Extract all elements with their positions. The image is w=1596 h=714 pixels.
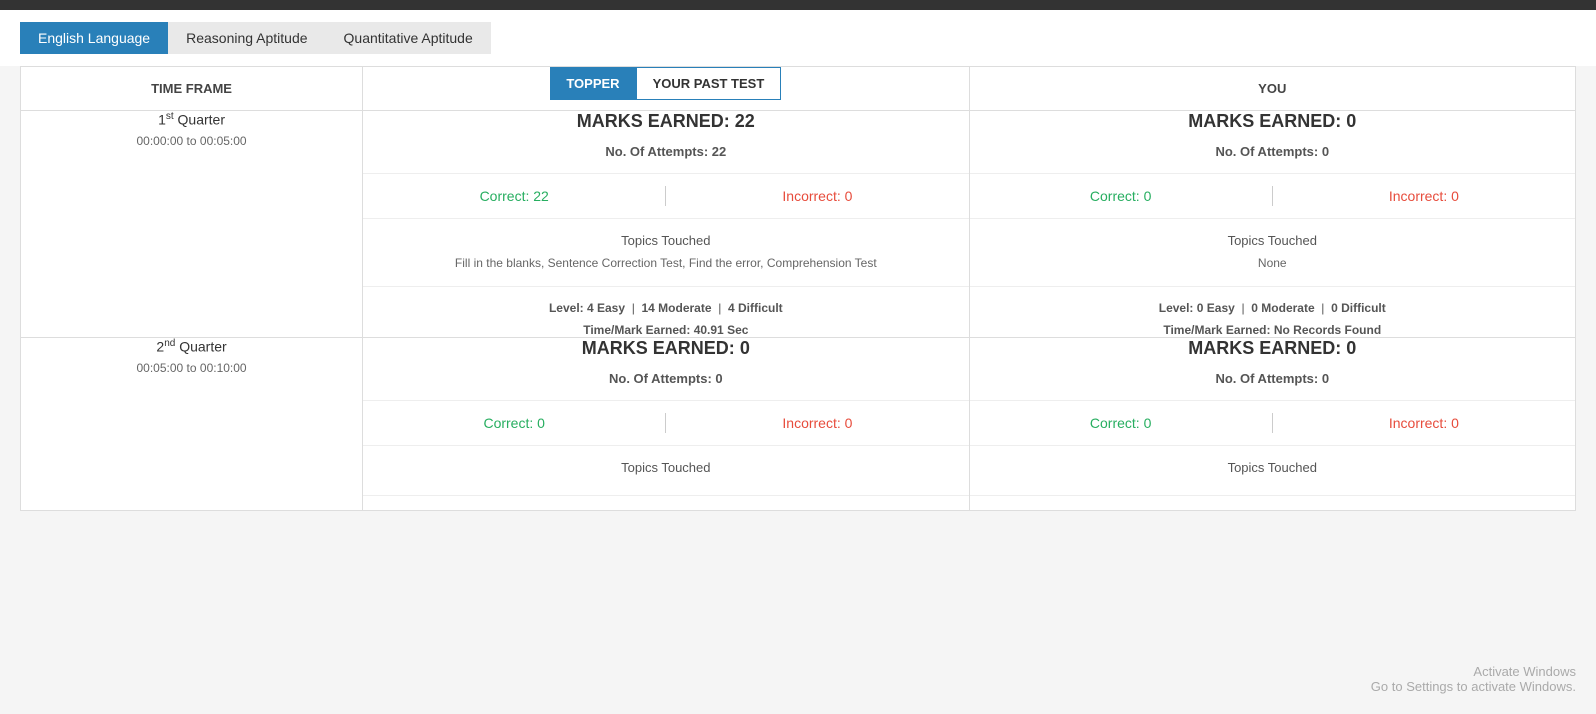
topper-topics-title-2: Topics Touched (363, 460, 968, 475)
topper-correct-incorrect-1: Correct: 22 Incorrect: 0 (363, 173, 968, 219)
tab-quantitative-aptitude[interactable]: Quantitative Aptitude (326, 22, 491, 54)
you-correct-incorrect-2: Correct: 0 Incorrect: 0 (970, 400, 1575, 446)
table-row: 1st Quarter 00:00:00 to 00:05:00 MARKS E… (21, 111, 1576, 338)
you-incorrect-1: Incorrect: 0 (1273, 188, 1575, 204)
topper-correct-incorrect-2: Correct: 0 Incorrect: 0 (363, 400, 968, 446)
topper-correct-1: Correct: 22 (363, 188, 665, 204)
you-marks-earned-2: MARKS EARNED: 0 (970, 338, 1575, 359)
col-timeframe-header: TIME FRAME (21, 67, 363, 111)
topper-attempts-1: No. Of Attempts: 22 (363, 144, 968, 159)
table-row: 2nd Quarter 00:05:00 to 00:10:00 MARKS E… (21, 338, 1576, 511)
activate-line1: Activate Windows (1371, 664, 1576, 679)
you-correct-1: Correct: 0 (970, 188, 1272, 204)
tab-reasoning-aptitude[interactable]: Reasoning Aptitude (168, 22, 325, 54)
topper-incorrect-1: Incorrect: 0 (666, 188, 968, 204)
time-cell-1: 1st Quarter 00:00:00 to 00:05:00 (21, 111, 363, 338)
topper-attempts-2: No. Of Attempts: 0 (363, 371, 968, 386)
topper-topics-title-1: Topics Touched (363, 233, 968, 248)
topper-button[interactable]: TOPPER (550, 67, 635, 100)
topper-incorrect-2: Incorrect: 0 (666, 415, 968, 431)
you-topics-title-2: Topics Touched (970, 460, 1575, 475)
col-topper-header: TOPPER YOUR PAST TEST (363, 67, 969, 111)
you-marks-earned-1: MARKS EARNED: 0 (970, 111, 1575, 132)
topper-data-2: MARKS EARNED: 0 No. Of Attempts: 0 Corre… (363, 338, 969, 511)
time-cell-2: 2nd Quarter 00:05:00 to 00:10:00 (21, 338, 363, 511)
you-incorrect-2: Incorrect: 0 (1273, 415, 1575, 431)
time-range-1: 00:00:00 to 00:05:00 (21, 134, 362, 148)
topper-topics-2: Topics Touched (363, 460, 968, 496)
top-bar (0, 0, 1596, 10)
you-topics-content-1: None (970, 254, 1575, 272)
quarter-label-1: 1st Quarter (21, 111, 362, 128)
you-topics-1: Topics Touched None (970, 233, 1575, 287)
you-data-1: MARKS EARNED: 0 No. Of Attempts: 0 Corre… (969, 111, 1575, 338)
you-attempts-1: No. Of Attempts: 0 (970, 144, 1575, 159)
nav-tabs: English Language Reasoning Aptitude Quan… (0, 10, 1596, 66)
time-range-2: 00:05:00 to 00:10:00 (21, 361, 362, 375)
topper-header-inner: TOPPER YOUR PAST TEST (363, 67, 968, 100)
you-data-2: MARKS EARNED: 0 No. Of Attempts: 0 Corre… (969, 338, 1575, 511)
quarter-label-2: 2nd Quarter (21, 338, 362, 355)
you-attempts-2: No. Of Attempts: 0 (970, 371, 1575, 386)
your-past-test-button[interactable]: YOUR PAST TEST (636, 67, 782, 100)
main-container: TIME FRAME TOPPER YOUR PAST TEST YOU 1st… (0, 66, 1596, 531)
topper-topics-1: Topics Touched Fill in the blanks, Sente… (363, 233, 968, 287)
topper-marks-earned-2: MARKS EARNED: 0 (363, 338, 968, 359)
topper-data-1: MARKS EARNED: 22 No. Of Attempts: 22 Cor… (363, 111, 969, 338)
you-topics-title-1: Topics Touched (970, 233, 1575, 248)
activate-line2: Go to Settings to activate Windows. (1371, 679, 1576, 694)
you-time-mark-1: Time/Mark Earned: No Records Found (970, 323, 1575, 337)
topper-marks-earned-1: MARKS EARNED: 22 (363, 111, 968, 132)
topper-topics-content-1: Fill in the blanks, Sentence Correction … (363, 254, 968, 272)
topper-level-1: Level: 4 Easy | 14 Moderate | 4 Difficul… (363, 301, 968, 315)
tab-english-language[interactable]: English Language (20, 22, 168, 54)
comparison-table: TIME FRAME TOPPER YOUR PAST TEST YOU 1st… (20, 66, 1576, 511)
topper-time-mark-1: Time/Mark Earned: 40.91 Sec (363, 323, 968, 337)
topper-correct-2: Correct: 0 (363, 415, 665, 431)
col-you-header: YOU (969, 67, 1575, 111)
you-level-1: Level: 0 Easy | 0 Moderate | 0 Difficult (970, 301, 1575, 315)
you-correct-incorrect-1: Correct: 0 Incorrect: 0 (970, 173, 1575, 219)
activate-windows-overlay: Activate Windows Go to Settings to activ… (1371, 664, 1576, 694)
you-topics-2: Topics Touched (970, 460, 1575, 496)
you-correct-2: Correct: 0 (970, 415, 1272, 431)
